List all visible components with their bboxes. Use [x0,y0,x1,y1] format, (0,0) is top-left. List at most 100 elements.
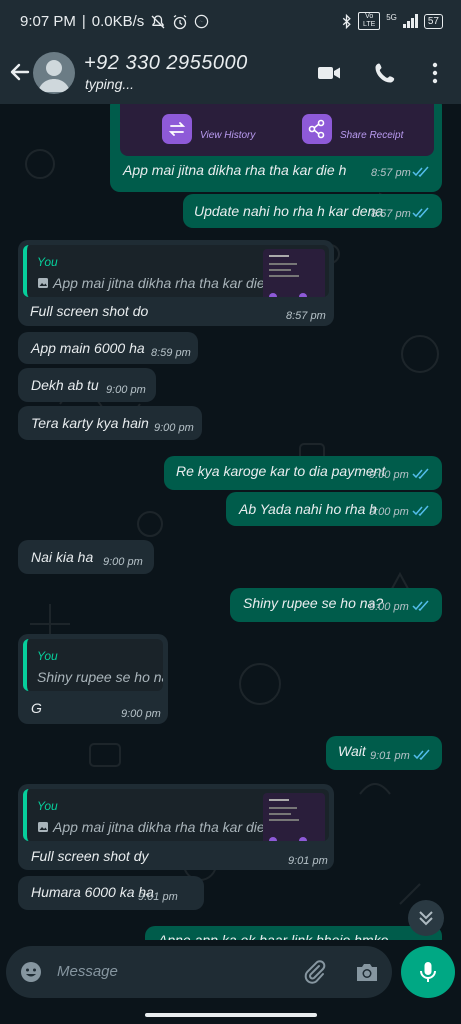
message-bubble-outgoing[interactable]: Ab Yada nahi ho rha h 9:00 pm [226,492,442,526]
share-icon [308,119,325,139]
message-bubble-incoming[interactable]: Humara 6000 ka ha 9:01 pm [18,876,204,910]
read-receipt-icon [412,207,429,218]
message-bubble-outgoing[interactable]: Update nahi ho rha h kar dena 8:57 pm [183,194,442,228]
quote-thumbnail [263,793,325,841]
message-time: 8:59 pm [151,347,191,359]
read-receipt-icon [412,505,429,516]
message-time: 8:57 pm [371,208,411,220]
quoted-message[interactable]: You App mai jitna dikha rha tha kar die … [23,245,329,297]
contact-name[interactable]: +92 330 2955000 [84,52,248,75]
emoji-icon[interactable] [19,960,43,984]
share-receipt-label: Share Receipt [340,130,404,141]
image-icon [38,278,48,288]
voice-record-button[interactable] [401,946,455,998]
message-time: 9:00 pm [106,384,146,396]
message-bubble-incoming[interactable]: App main 6000 ha 8:59 pm [18,332,198,364]
message-bubble-incoming[interactable]: Dekh ab tu 9:00 pm [18,368,156,402]
message-bubble-incoming[interactable]: You Shiny rupee se ho na? G 9:00 pm [18,634,168,724]
read-receipt-icon [412,600,429,611]
message-input[interactable]: Message [57,963,118,980]
message-text: Re kya karoge kar to dia payment [176,463,386,479]
message-text: Humara 6000 ka ha [31,884,154,900]
message-time: 9:01 pm [370,750,410,762]
video-call-icon[interactable] [316,60,342,86]
battery-level: 57 [427,15,439,27]
message-bubble-incoming[interactable]: You App mai jitna dikha rha tha kar die … [18,240,334,326]
quote-text: App mai jitna dikha rha tha kar die h [53,819,277,835]
message-time: 8:57 pm [371,167,411,179]
message-bubble-outgoing[interactable]: Apne app ka ek baar link bhejo hmko [145,926,442,940]
message-time: 9:00 pm [369,469,409,481]
alarm-icon [173,14,187,29]
receipt-thumbnail-image [269,255,307,297]
quoted-message[interactable]: You App mai jitna dikha rha tha kar die … [23,789,329,841]
message-text: Tera karty kya hain [31,415,149,431]
message-text: Shiny rupee se ho na? [243,595,384,611]
status-time: 9:07 PM [20,13,76,30]
message-bubble-outgoing[interactable]: Shiny rupee se ho na? 9:00 pm [230,588,442,622]
read-receipt-icon [412,468,429,479]
avatar[interactable] [33,52,75,94]
message-text: G [31,700,42,716]
view-history-button[interactable] [162,114,192,144]
message-text: Dekh ab tu [31,377,99,393]
gesture-navigation-bar[interactable] [145,1013,317,1017]
quote-author: You [37,799,58,813]
message-bubble-incoming[interactable]: Nai kia ha 9:00 pm [18,540,154,574]
attachment-icon[interactable] [302,959,328,985]
message-text: Full screen shot do [30,303,149,319]
message-text: Wait [338,743,366,759]
quote-text: Shiny rupee se ho na? [37,669,163,685]
message-text: Apne app ka ek baar link bhejo hmko [158,932,389,940]
battery-icon: 57 [423,13,443,29]
read-receipt-icon [412,166,429,177]
message-time: 9:00 pm [369,506,409,518]
camera-icon[interactable] [354,960,380,984]
double-chevron-down-icon [419,911,433,926]
receipt-preview[interactable]: View History Share Receipt [120,104,434,156]
messenger-icon [195,14,209,29]
chat-header: +92 330 2955000 typing... [0,44,461,104]
message-time: 9:01 pm [288,855,328,867]
quote-text: App mai jitna dikha rha tha kar die h [53,275,277,291]
swap-arrows-icon [168,122,186,136]
quoted-message[interactable]: You Shiny rupee se ho na? [23,639,163,691]
scroll-to-bottom-button[interactable] [408,900,444,936]
more-options-icon[interactable] [422,60,448,86]
read-receipt-icon [413,749,430,760]
back-arrow-icon[interactable] [8,60,32,84]
signal-icon [402,14,418,28]
chat-area[interactable]: View History Share Receipt App mai jitna… [0,104,461,940]
message-time: 9:00 pm [369,601,409,613]
view-history-label: View History [200,130,256,141]
share-receipt-button[interactable] [302,114,332,144]
message-bubble-outgoing[interactable]: Wait 9:01 pm [326,736,442,770]
message-bubble-outgoing[interactable]: View History Share Receipt App mai jitna… [110,104,442,192]
default-avatar-icon [38,60,70,92]
voice-call-icon[interactable] [372,60,398,86]
message-input-bar[interactable]: Message [6,946,392,998]
status-speed: 0.0KB/s [91,13,145,30]
receipt-thumbnail-image [269,799,307,841]
message-text: Ab Yada nahi ho rha h [239,501,378,517]
microphone-icon [420,962,436,982]
message-text: App mai jitna dikha rha tha kar die h [123,162,347,178]
message-time: 9:00 pm [154,422,194,434]
message-text: Nai kia ha [31,549,94,565]
message-time: 9:01 pm [138,891,178,903]
message-bubble-incoming[interactable]: Tera karty kya hain 9:00 pm [18,406,202,440]
quote-author: You [37,255,58,269]
message-text: Update nahi ho rha h kar dena [194,203,384,219]
quote-author: You [37,649,58,663]
contact-status: typing... [85,76,135,92]
mute-notification-icon [151,14,165,28]
bluetooth-icon [343,13,351,29]
message-bubble-outgoing[interactable]: Re kya karoge kar to dia payment 9:00 pm [164,456,442,490]
volte-badge: Vo LTE [358,12,381,30]
image-icon [38,822,48,832]
message-time: 9:00 pm [103,556,143,568]
message-bubble-incoming[interactable]: You App mai jitna dikha rha tha kar die … [18,784,334,870]
message-text: Full screen shot dy [31,848,149,864]
message-text: App main 6000 ha [31,340,145,356]
quote-thumbnail [263,249,325,297]
